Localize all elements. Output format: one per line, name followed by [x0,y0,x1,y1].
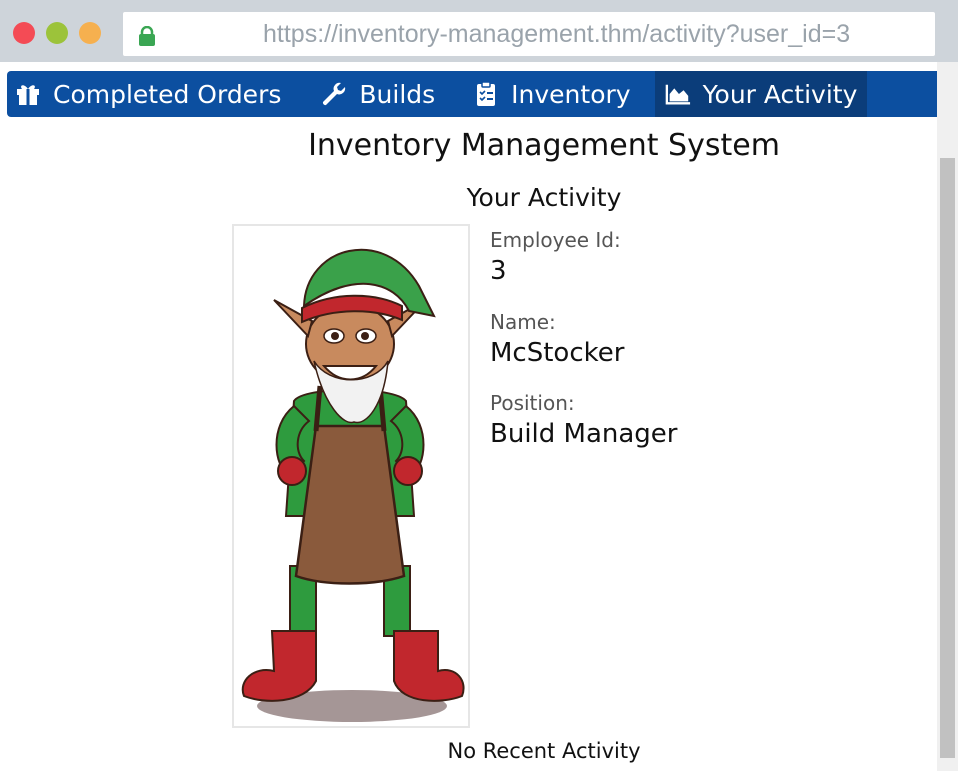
nav-inventory[interactable]: Inventory [457,71,654,117]
employee-id-block: Employee Id: 3 [490,228,621,286]
position-value: Build Manager [490,419,678,449]
close-window-button[interactable] [13,22,35,44]
nav-completed-orders[interactable]: Completed Orders [7,71,303,117]
area-chart-icon [665,81,691,107]
scrollbar-thumb[interactable] [940,158,955,758]
name-label: Name: [490,310,556,334]
minimize-window-button[interactable] [46,22,68,44]
clipboard-icon [473,81,499,107]
employee-id-label: Employee Id: [490,228,621,252]
main-navbar: Completed Orders Builds Inventory Your A… [7,71,937,117]
employee-id-value: 3 [490,256,507,286]
gift-icon [15,81,41,107]
wrench-icon [321,81,347,107]
nav-label: Your Activity [702,79,858,109]
nav-label: Completed Orders [53,79,282,109]
position-label: Position: [490,391,575,415]
address-bar[interactable]: https://inventory-management.thm/activit… [123,12,935,56]
section-title: Your Activity [466,183,622,212]
nav-builds[interactable]: Builds [303,71,457,117]
url-text: https://inventory-management.thm/activit… [263,20,851,48]
browser-chrome: https://inventory-management.thm/activit… [0,0,958,62]
employee-position-block: Position: Build Manager [490,391,678,449]
employee-avatar [232,224,470,728]
nav-label: Builds [359,79,436,109]
nav-label: Inventory [511,79,631,109]
maximize-window-button[interactable] [79,22,101,44]
nav-your-activity[interactable]: Your Activity [654,71,868,117]
name-value: McStocker [490,338,625,368]
no-activity-message: No Recent Activity [447,739,641,763]
lock-icon [137,25,157,46]
page-title: Inventory Management System [308,128,780,163]
elf-illustration [241,248,465,722]
employee-name-block: Name: McStocker [490,310,624,368]
